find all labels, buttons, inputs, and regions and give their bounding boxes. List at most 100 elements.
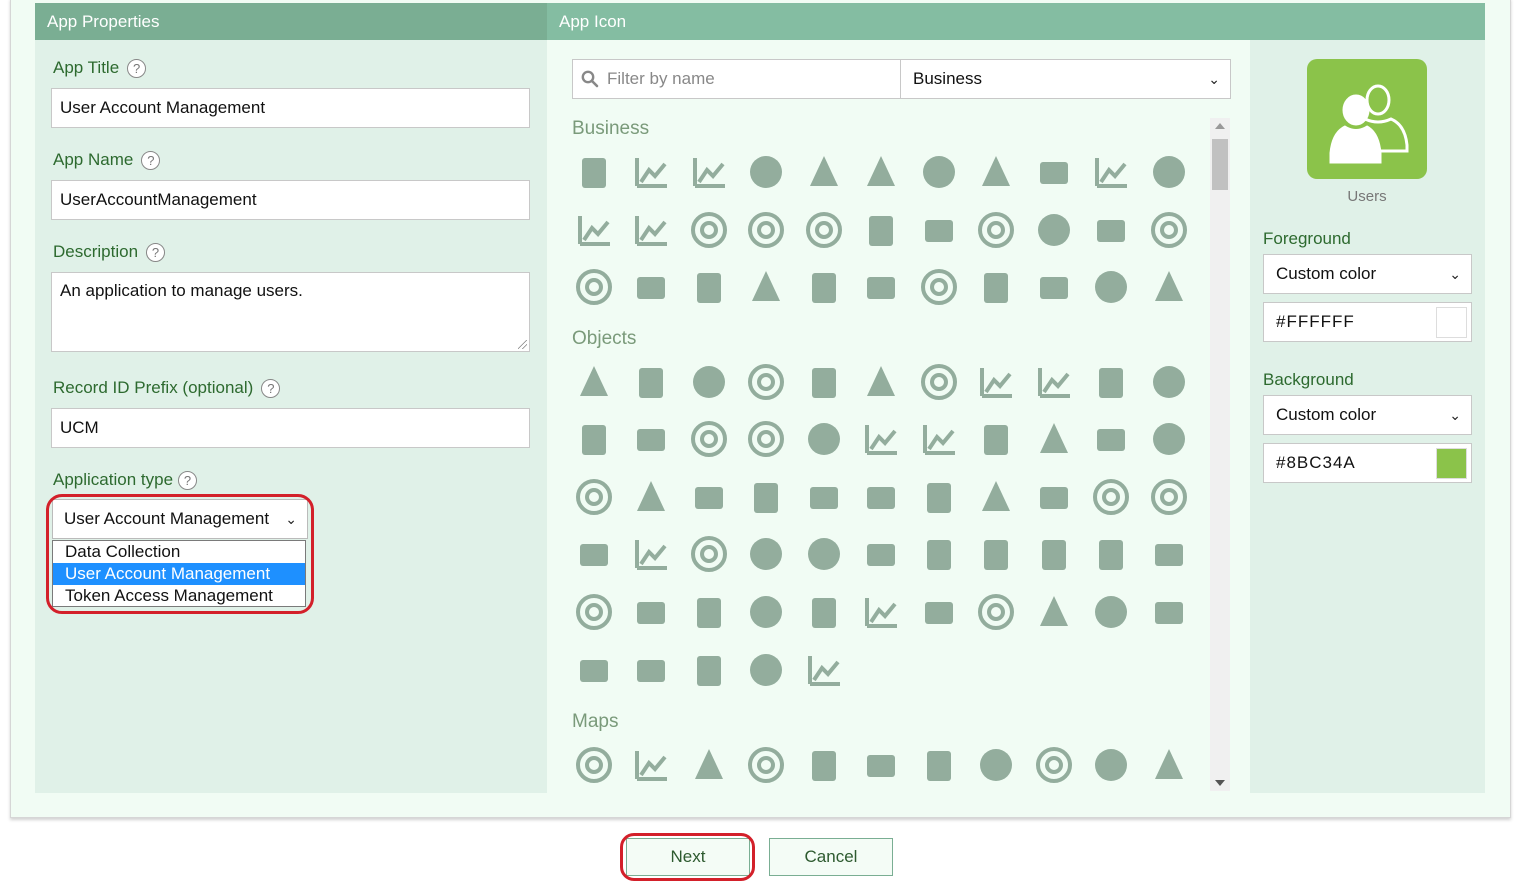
scroll-down-icon[interactable] bbox=[1215, 780, 1225, 786]
business-time-icon[interactable] bbox=[1083, 147, 1141, 197]
help-icon[interactable]: ? bbox=[127, 58, 147, 78]
broom-icon[interactable] bbox=[1140, 357, 1198, 407]
copyright-outline-icon[interactable] bbox=[910, 205, 968, 255]
fire-icon[interactable] bbox=[1025, 414, 1083, 464]
gem-outline-icon[interactable] bbox=[738, 472, 796, 522]
address-book-outline-icon[interactable] bbox=[795, 147, 853, 197]
toilet-icon[interactable] bbox=[1083, 587, 1141, 637]
resize-handle-icon[interactable] bbox=[518, 340, 527, 349]
tools-icon[interactable] bbox=[565, 645, 623, 695]
drum-icon[interactable] bbox=[910, 414, 968, 464]
background-mode-select[interactable]: Custom color ⌄ bbox=[1263, 395, 1472, 435]
ring-icon[interactable] bbox=[795, 587, 853, 637]
box-icon[interactable] bbox=[968, 357, 1026, 407]
ad-icon[interactable] bbox=[1140, 262, 1198, 312]
bar-chart-outline-icon[interactable] bbox=[680, 205, 738, 255]
flag-icon[interactable] bbox=[795, 740, 853, 790]
credit-card-icon[interactable] bbox=[853, 414, 911, 464]
briefcase-icon[interactable] bbox=[1025, 147, 1083, 197]
lightbulb-outline-icon[interactable] bbox=[680, 529, 738, 579]
bullhorn-icon[interactable] bbox=[565, 414, 623, 464]
compass-outline-icon[interactable] bbox=[623, 740, 681, 790]
bullseye-icon[interactable] bbox=[565, 147, 623, 197]
couch-icon[interactable] bbox=[680, 414, 738, 464]
clipboard-list-icon[interactable] bbox=[680, 147, 738, 197]
registered-outline-icon[interactable] bbox=[853, 262, 911, 312]
flag-outline-icon[interactable] bbox=[853, 740, 911, 790]
life-ring-icon[interactable] bbox=[1140, 472, 1198, 522]
trophy-icon[interactable] bbox=[680, 645, 738, 695]
category-select[interactable]: Business ⌄ bbox=[901, 60, 1230, 98]
address-book-icon[interactable] bbox=[738, 147, 796, 197]
fire-alt-icon[interactable] bbox=[1083, 414, 1141, 464]
anchor-icon[interactable] bbox=[565, 357, 623, 407]
baby-carriage-icon[interactable] bbox=[623, 357, 681, 407]
holly-berry-icon[interactable] bbox=[968, 472, 1026, 522]
foreground-color-input[interactable]: #FFFFFF bbox=[1263, 302, 1472, 342]
copyright-icon[interactable] bbox=[853, 205, 911, 255]
compass-icon[interactable] bbox=[565, 740, 623, 790]
pie-chart-icon[interactable] bbox=[795, 205, 853, 255]
guitar-icon[interactable] bbox=[853, 472, 911, 522]
drum-steelpan-icon[interactable] bbox=[968, 414, 1026, 464]
globe-icon[interactable] bbox=[1025, 740, 1083, 790]
medal-icon[interactable] bbox=[795, 529, 853, 579]
bar-chart-icon[interactable] bbox=[623, 205, 681, 255]
screwdriver-icon[interactable] bbox=[853, 587, 911, 637]
mountain-icon[interactable] bbox=[910, 529, 968, 579]
mug-hot-icon[interactable] bbox=[968, 529, 1026, 579]
leaf-icon[interactable] bbox=[1083, 472, 1141, 522]
magnet-icon[interactable] bbox=[738, 529, 796, 579]
foreground-mode-select[interactable]: Custom color ⌄ bbox=[1263, 254, 1472, 294]
flag-usa-icon[interactable] bbox=[968, 740, 1026, 790]
help-icon[interactable]: ? bbox=[178, 470, 198, 490]
binoculars-icon[interactable] bbox=[795, 357, 853, 407]
background-color-swatch[interactable] bbox=[1436, 448, 1467, 479]
birthday-cake-icon[interactable] bbox=[853, 357, 911, 407]
scroll-up-icon[interactable] bbox=[1215, 123, 1225, 129]
id-card-outline-icon[interactable] bbox=[910, 147, 968, 197]
industry-icon[interactable] bbox=[1083, 205, 1141, 255]
tape-icon[interactable] bbox=[1025, 587, 1083, 637]
description-textarea[interactable]: An application to manage users. bbox=[51, 272, 530, 352]
directions-icon[interactable] bbox=[738, 740, 796, 790]
id-card-icon[interactable] bbox=[853, 147, 911, 197]
help-icon[interactable]: ? bbox=[141, 150, 161, 170]
sitemap-icon[interactable] bbox=[968, 262, 1026, 312]
area-chart-icon[interactable] bbox=[565, 205, 623, 255]
app-name-input[interactable]: UserAccountManagement bbox=[51, 180, 530, 220]
weight-icon[interactable] bbox=[738, 645, 796, 695]
certificate-icon[interactable] bbox=[1140, 147, 1198, 197]
help-icon[interactable]: ? bbox=[261, 378, 281, 398]
socks-icon[interactable] bbox=[910, 587, 968, 637]
shower-icon[interactable] bbox=[968, 587, 1026, 637]
gamepad-icon[interactable] bbox=[565, 472, 623, 522]
funnel-dollar-icon[interactable] bbox=[1025, 205, 1083, 255]
gavel-icon[interactable] bbox=[623, 472, 681, 522]
pallet-icon[interactable] bbox=[1025, 529, 1083, 579]
paper-plane-outline-icon[interactable] bbox=[1140, 529, 1198, 579]
mail-bulk-icon[interactable] bbox=[1140, 205, 1198, 255]
award-icon[interactable] bbox=[968, 147, 1026, 197]
wrench-icon[interactable] bbox=[795, 645, 853, 695]
scrollbar-thumb[interactable] bbox=[1212, 139, 1228, 190]
balance-scale-icon[interactable] bbox=[680, 357, 738, 407]
record-prefix-input[interactable]: UCM bbox=[51, 408, 530, 448]
wallet-icon[interactable] bbox=[1083, 262, 1141, 312]
glasses-icon[interactable] bbox=[795, 472, 853, 522]
filter-input[interactable]: Filter by name bbox=[573, 60, 901, 98]
globe-africa-icon[interactable] bbox=[1083, 740, 1141, 790]
search-dollar-icon[interactable] bbox=[910, 262, 968, 312]
trademark-icon[interactable] bbox=[1025, 262, 1083, 312]
box-open-icon[interactable] bbox=[1025, 357, 1083, 407]
project-diagram-icon[interactable] bbox=[738, 262, 796, 312]
ribbon-icon[interactable] bbox=[738, 587, 796, 637]
background-color-input[interactable]: #8BC34A bbox=[1263, 443, 1472, 483]
boxes-icon[interactable] bbox=[1083, 357, 1141, 407]
lightbulb-icon[interactable] bbox=[623, 529, 681, 579]
poll-h-icon[interactable] bbox=[680, 262, 738, 312]
key-icon[interactable] bbox=[1025, 472, 1083, 522]
help-icon[interactable]: ? bbox=[146, 242, 166, 262]
mitten-icon[interactable] bbox=[853, 529, 911, 579]
gem-icon[interactable] bbox=[680, 472, 738, 522]
